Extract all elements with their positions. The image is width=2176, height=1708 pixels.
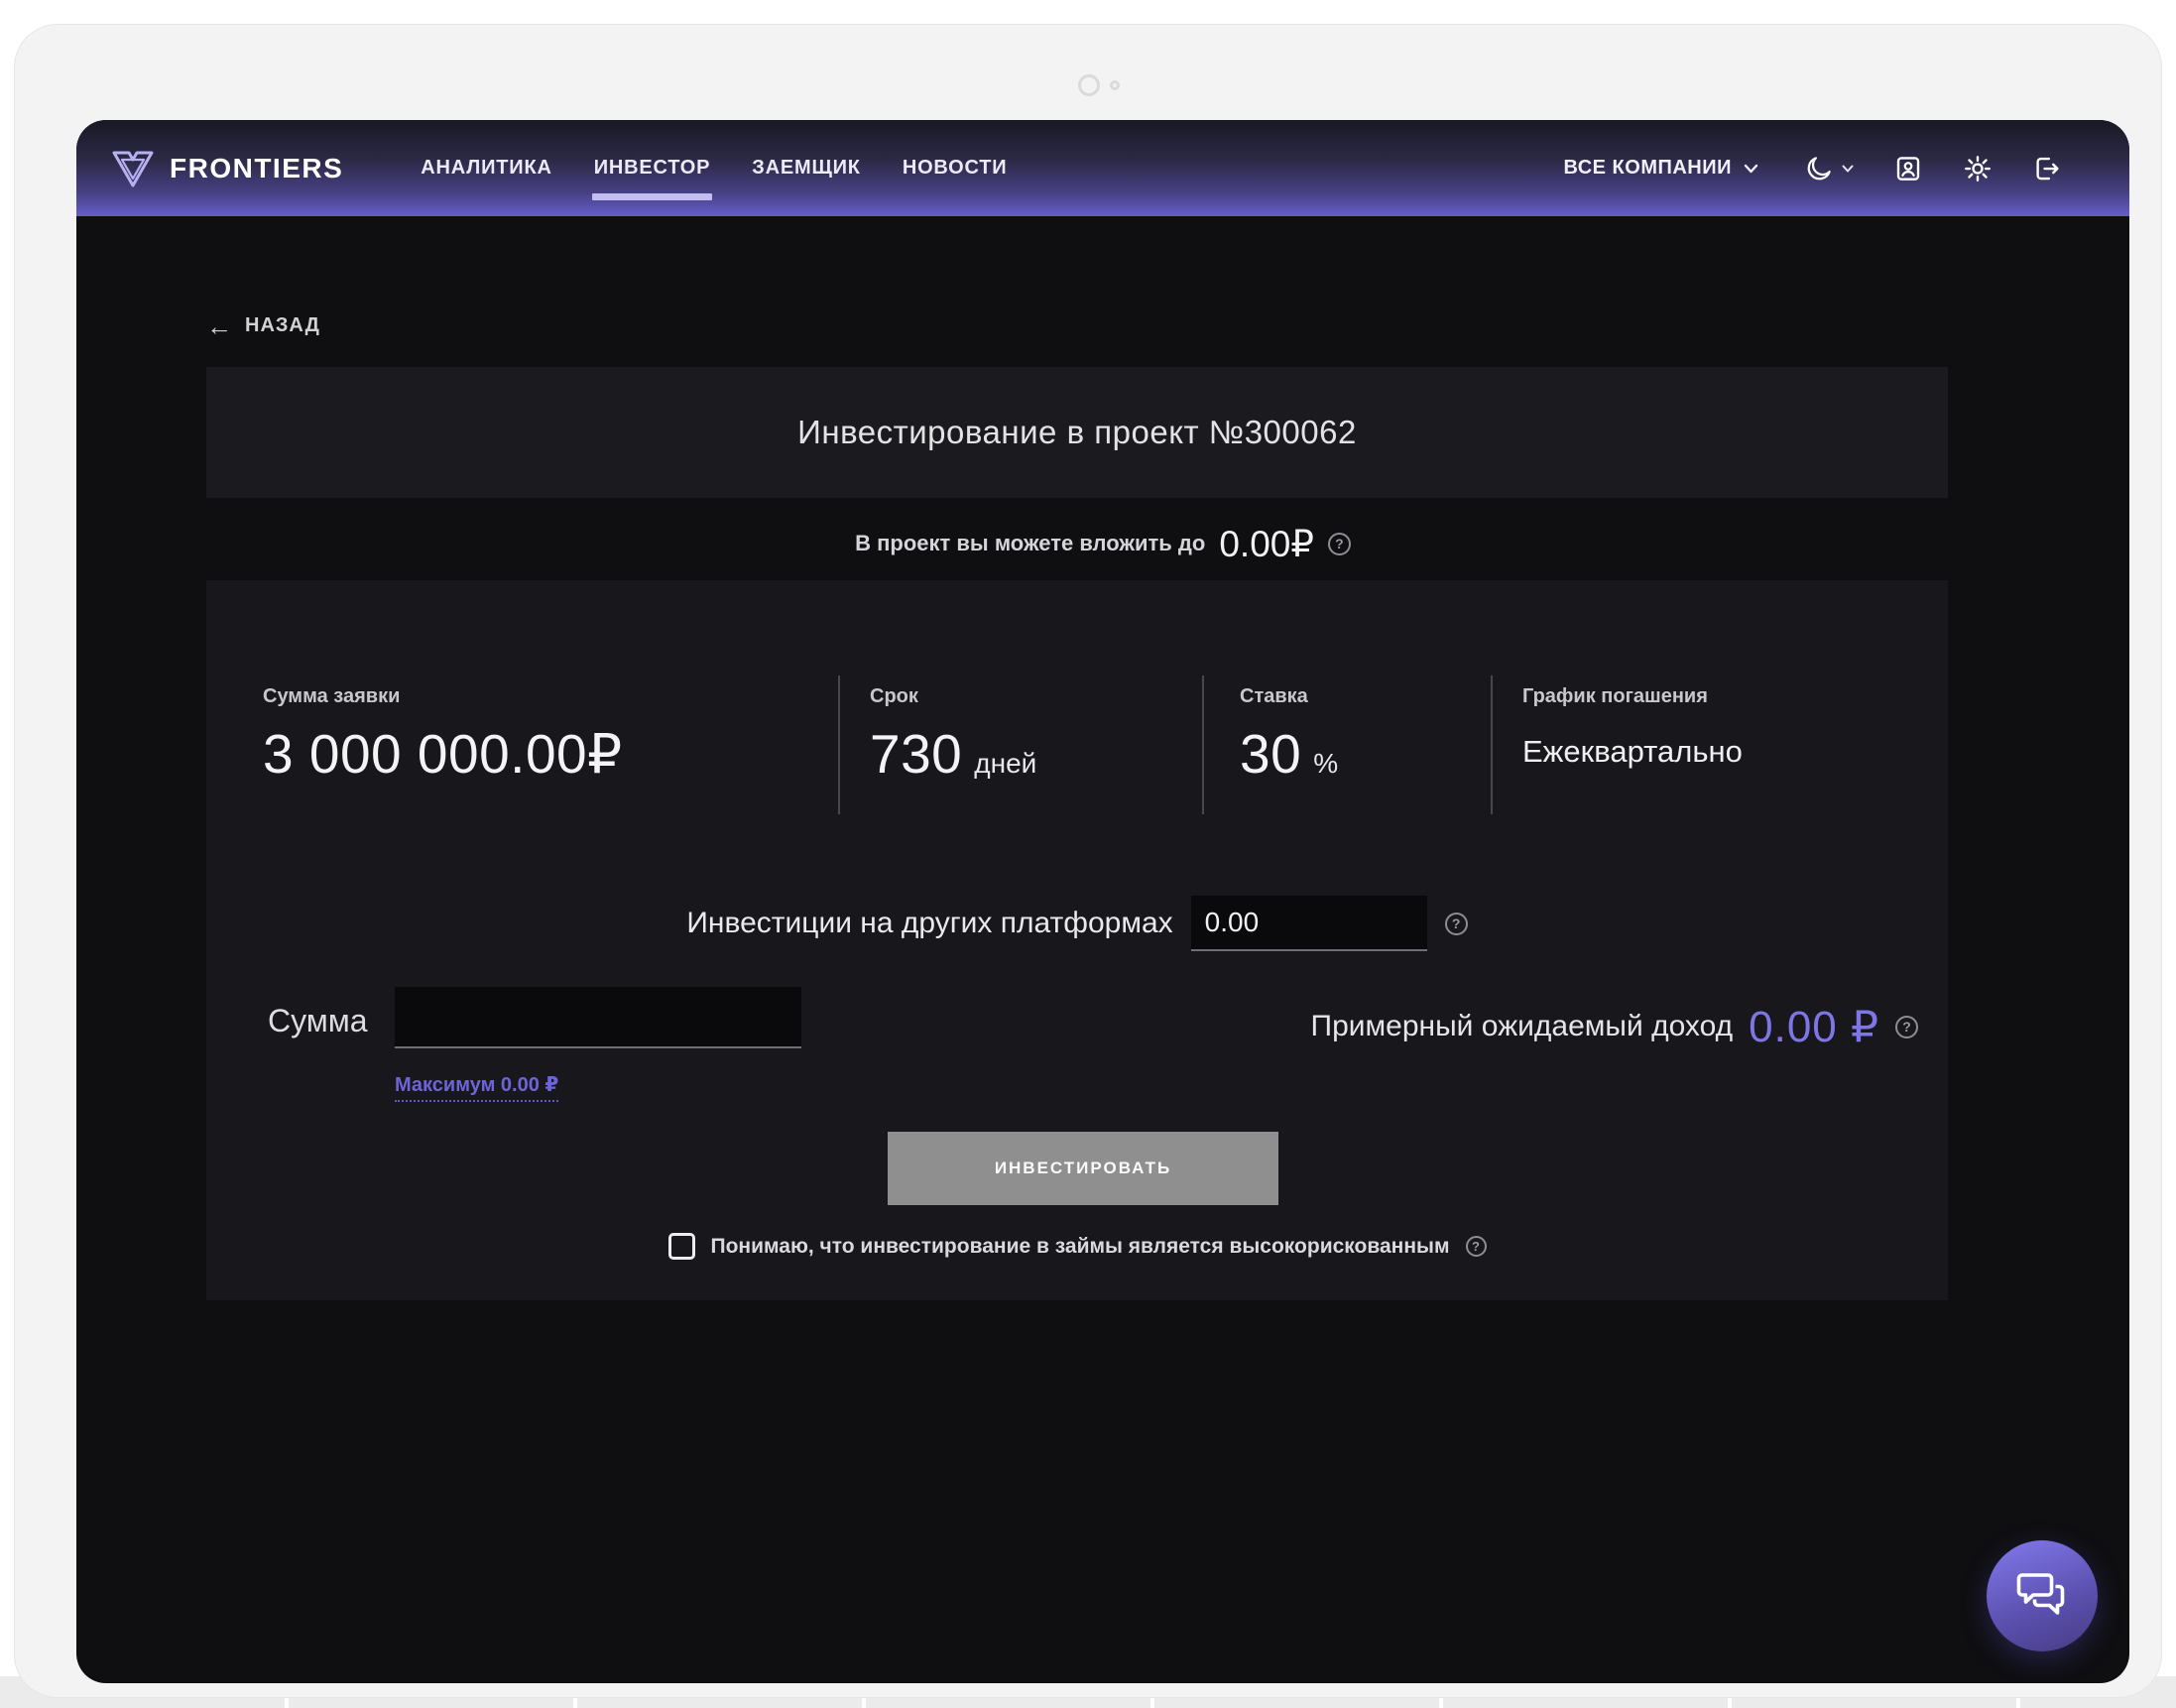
stat-value: Ежеквартально	[1522, 734, 1743, 770]
stat-schedule: График погашения Ежеквартально	[1522, 685, 1743, 770]
back-link-label: НАЗАД	[245, 314, 320, 337]
brand[interactable]: FRONTIERS	[110, 148, 343, 189]
stat-divider	[1491, 675, 1493, 814]
profile-card-icon	[1893, 154, 1923, 183]
help-icon[interactable]	[1328, 533, 1351, 555]
stat-divider	[838, 675, 840, 814]
screenshot-root: FRONTIERS АНАЛИТИКА ИНВЕСТОР ЗАЕМЩИК НОВ…	[0, 0, 2176, 1708]
risk-acknowledgement-row: Понимаю, что инвестирование в займы явля…	[206, 1233, 1948, 1260]
brand-name: FRONTIERS	[170, 153, 343, 184]
chevron-down-icon	[1842, 165, 1854, 173]
theme-toggle[interactable]	[1804, 154, 1854, 183]
project-title-panel: Инвестирование в проект №300062	[206, 367, 1948, 498]
amount-input[interactable]	[395, 987, 801, 1048]
nav-item-borrower[interactable]: ЗАЕМЩИК	[752, 120, 861, 216]
stat-label: График погашения	[1522, 685, 1743, 708]
logout-button[interactable]	[2032, 154, 2062, 183]
brand-logo-icon	[110, 148, 156, 189]
expected-income-row: Примерный ожидаемый доход 0.00 ₽	[1311, 997, 1918, 1056]
stat-value: 730	[870, 722, 962, 786]
logout-icon	[2032, 154, 2062, 183]
stat-rate: Ставка 30 %	[1240, 685, 1338, 786]
company-selector[interactable]: ВСЕ КОМПАНИИ	[1564, 157, 1758, 180]
moon-icon	[1804, 154, 1834, 183]
nav-item-analytics[interactable]: АНАЛИТИКА	[421, 120, 551, 216]
device-frame: FRONTIERS АНАЛИТИКА ИНВЕСТОР ЗАЕМЩИК НОВ…	[14, 24, 2162, 1698]
other-platforms-input[interactable]	[1191, 896, 1427, 951]
stat-unit: дней	[974, 748, 1036, 780]
risk-checkbox-label: Понимаю, что инвестирование в займы явля…	[711, 1235, 1450, 1259]
topbar-actions: ВСЕ КОМПАНИИ	[1564, 154, 2062, 183]
stat-unit: %	[1313, 748, 1338, 780]
amount-label: Сумма	[268, 1003, 368, 1039]
stat-label: Сумма заявки	[263, 685, 623, 708]
invest-limit-amount: 0.00₽	[1219, 523, 1314, 565]
chat-icon	[2012, 1567, 2072, 1625]
stat-term: Срок 730 дней	[870, 685, 1036, 786]
stat-value: 30	[1240, 722, 1301, 786]
back-arrow-icon: ←	[206, 316, 233, 336]
back-link[interactable]: ← НАЗАД	[206, 314, 320, 337]
help-icon[interactable]	[1466, 1236, 1487, 1257]
settings-button[interactable]	[1963, 154, 1993, 183]
stat-label: Ставка	[1240, 685, 1338, 708]
stat-label: Срок	[870, 685, 1036, 708]
nav-item-investor[interactable]: ИНВЕСТОР	[594, 120, 711, 216]
invest-button[interactable]: ИНВЕСТИРОВАТЬ	[888, 1132, 1278, 1205]
chevron-down-icon	[1744, 164, 1758, 174]
stat-divider	[1202, 675, 1204, 814]
top-navigation-bar: FRONTIERS АНАЛИТИКА ИНВЕСТОР ЗАЕМЩИК НОВ…	[76, 120, 2129, 216]
page-title: Инвестирование в проект №300062	[797, 414, 1357, 451]
main-nav: АНАЛИТИКА ИНВЕСТОР ЗАЕМЩИК НОВОСТИ	[421, 120, 1007, 216]
gear-icon	[1963, 154, 1993, 183]
help-icon[interactable]	[1445, 913, 1468, 935]
help-icon[interactable]	[1895, 1016, 1918, 1038]
invest-limit-line: В проект вы можете вложить до 0.00₽	[76, 517, 2129, 570]
stat-loan-amount: Сумма заявки 3 000 000.00₽	[263, 685, 623, 786]
support-chat-button[interactable]	[1987, 1540, 2098, 1651]
profile-button[interactable]	[1893, 154, 1923, 183]
company-selector-label: ВСЕ КОМПАНИИ	[1564, 157, 1732, 180]
amount-max-link[interactable]: Максимум 0.00 ₽	[395, 1072, 558, 1102]
expected-income-label: Примерный ожидаемый доход	[1311, 1010, 1734, 1043]
camera-dot-small	[1110, 80, 1120, 90]
stat-value: 3 000 000.00₽	[263, 722, 623, 786]
app-window: FRONTIERS АНАЛИТИКА ИНВЕСТОР ЗАЕМЩИК НОВ…	[76, 120, 2129, 1683]
expected-income-value: 0.00 ₽	[1749, 1002, 1879, 1052]
investment-form-panel: Сумма заявки 3 000 000.00₽ Срок 730 дней…	[206, 580, 1948, 1300]
nav-item-news[interactable]: НОВОСТИ	[903, 120, 1008, 216]
invest-limit-text: В проект вы можете вложить до	[855, 531, 1205, 556]
other-platforms-row: Инвестиции на других платформах	[206, 896, 1948, 951]
camera-dot-large	[1078, 74, 1100, 96]
risk-checkbox[interactable]	[668, 1233, 695, 1260]
other-platforms-label: Инвестиции на других платформах	[686, 907, 1172, 940]
